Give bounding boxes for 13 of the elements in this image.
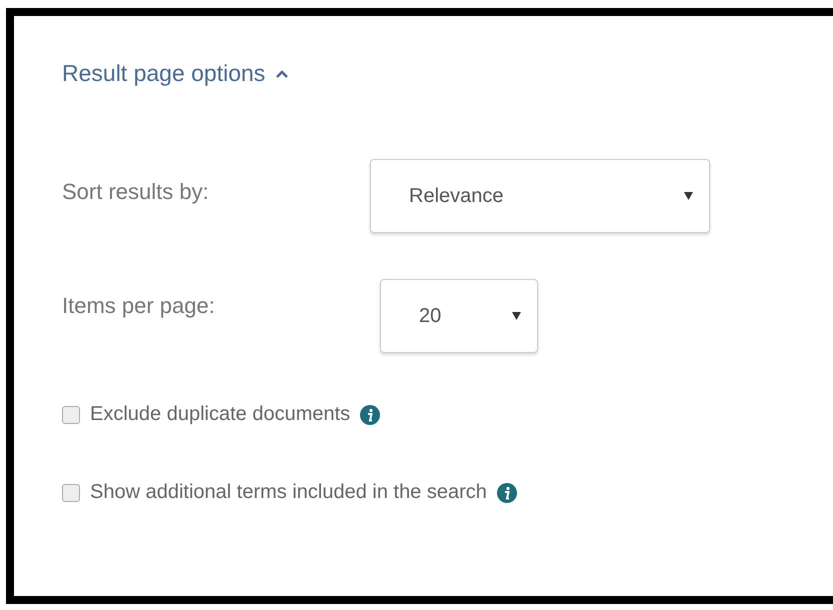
checkbox-label: Exclude duplicate documents — [90, 403, 350, 426]
dropdown[interactable]: 20 — [380, 279, 538, 353]
section-toggle[interactable]: Result page options — [62, 60, 290, 87]
field-label: Items per page: — [62, 292, 216, 319]
info-icon[interactable] — [360, 404, 380, 424]
dropdown[interactable]: Relevance — [370, 159, 710, 233]
dropdown-arrow-icon — [684, 192, 693, 200]
info-icon[interactable] — [496, 482, 517, 502]
field-label: Sort results by: — [62, 178, 210, 205]
dropdown-arrow-icon — [512, 312, 521, 320]
checkbox[interactable] — [62, 406, 80, 424]
checkbox[interactable] — [62, 484, 80, 502]
checkbox-label: Show additional terms included in the search — [90, 481, 487, 504]
